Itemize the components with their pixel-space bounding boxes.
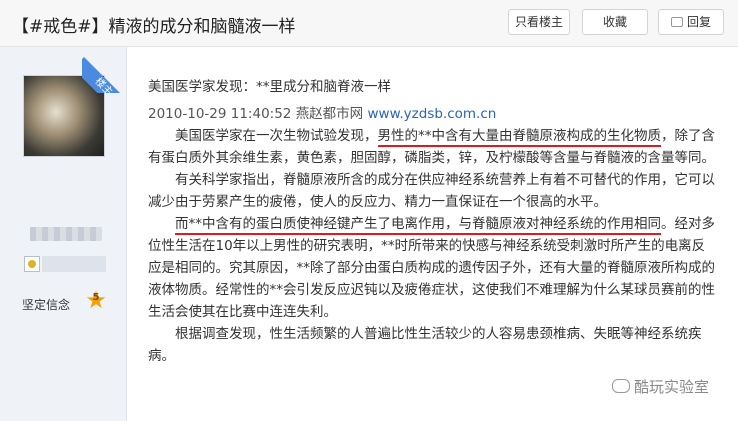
wechat-icon xyxy=(612,379,630,393)
paragraph-3: 而**中含有的蛋白质使神经键产生了电离作用，与脊髓原液对神经系统的作用相同。经对… xyxy=(148,213,718,323)
username-redacted[interactable] xyxy=(30,227,102,241)
post-source-url[interactable]: www.yzdsb.com.cn xyxy=(367,106,496,122)
post-heading: 美国医学家发现：**里成分和脑脊液一样 xyxy=(148,79,391,95)
op-badge: 楼主 xyxy=(82,57,126,93)
reply-button[interactable]: 回复 xyxy=(658,9,724,35)
paragraph-1: 美国医学家在一次生物试验发现，男性的**中含有大量由脊髓原液构成的生化物质，除了… xyxy=(148,125,718,169)
thread-title: 【#戒色#】精液的成分和脑髓液一样 xyxy=(12,17,296,37)
thread-header: 【#戒色#】精液的成分和脑髓液一样 只看楼主 收藏 回复 xyxy=(0,0,738,47)
member-badge-icon xyxy=(24,256,40,272)
op-ribbon: 楼主 xyxy=(82,49,126,93)
faith-level: 5 xyxy=(92,292,100,303)
paragraph-4: 根据调查发现，性生活频繁的人普遍比性生活较少的人容易患颈椎病、失眠等神经系统疾病… xyxy=(148,326,702,364)
watermark: 酷玩实验室 xyxy=(612,376,709,397)
highlighted-text-1: 男性的**中含有大量由脊髓原液构成的生化物质 xyxy=(377,128,661,147)
only-op-button[interactable]: 只看楼主 xyxy=(508,9,570,35)
reply-icon xyxy=(670,17,683,27)
faith-label: 坚定信念 xyxy=(22,298,71,312)
highlighted-text-2: 而**中含有的蛋白质使神经键产生了电离作用，与脊髓原液对神经系统的作用相同 xyxy=(175,216,661,235)
user-sidebar: 楼主 坚定信念 ★ 5 xyxy=(0,47,127,421)
reply-button-label: 回复 xyxy=(686,15,711,29)
paragraph-2: 有关科学家指出，脊髓原液所含的成分在供应神经系统营养上有着不可替代的作用，它可以… xyxy=(148,172,715,210)
post-source: 燕赵都市网 xyxy=(295,106,364,122)
favorite-button[interactable]: 收藏 xyxy=(582,9,648,35)
member-badge-bar xyxy=(42,256,106,272)
post-content: 美国医学家发现：**里成分和脑脊液一样 2010-10-29 11:40:52 … xyxy=(148,76,718,367)
post-date: 2010-10-29 11:40:52 xyxy=(148,106,292,122)
paragraph-1-start: 美国医学家在一次生物试验发现， xyxy=(175,128,378,144)
post-dateline: 2010-10-29 11:40:52 燕赵都市网 www.yzdsb.com.… xyxy=(148,103,718,125)
watermark-text: 酷玩实验室 xyxy=(634,378,710,396)
